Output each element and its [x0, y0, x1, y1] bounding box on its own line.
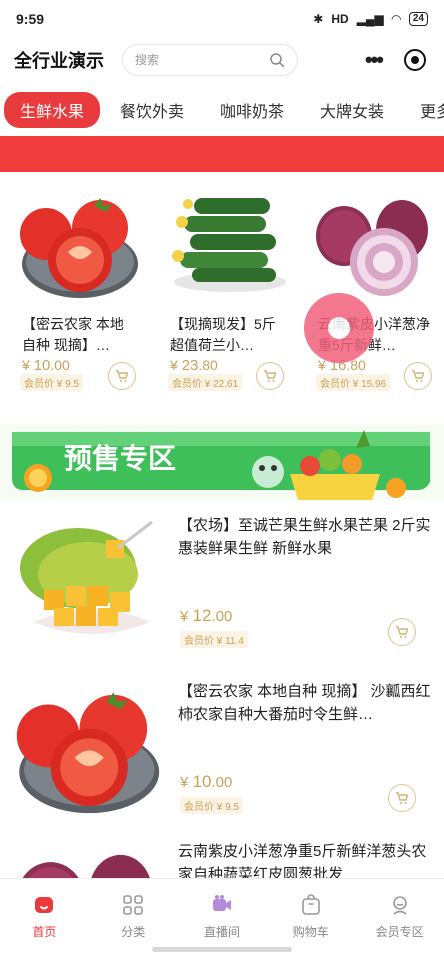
product-title: 【密云农家 本地自种 现摘】 沙瓤西红柿农家自种大番茄时令生鲜…	[178, 683, 431, 723]
tab-food-delivery[interactable]: 餐饮外卖	[104, 92, 200, 128]
tab-label: 分类	[121, 925, 146, 939]
mini-program-capsule: •••	[365, 47, 426, 73]
add-to-cart-button[interactable]	[256, 362, 284, 390]
add-to-cart-button[interactable]	[404, 362, 432, 390]
tab-label: 购物车	[292, 925, 329, 939]
close-program-icon[interactable]	[404, 49, 426, 71]
promo-banner[interactable]	[0, 136, 444, 172]
product-price: ¥ 12.00	[180, 606, 232, 626]
tab-coffee-tea[interactable]: 咖啡奶茶	[204, 92, 300, 128]
page-title: 全行业演示	[14, 51, 104, 71]
member-price: 会员价 ¥ 11.4	[180, 631, 248, 648]
tab-label: 直播间	[203, 925, 240, 939]
tab-member[interactable]: 会员专区	[355, 879, 444, 960]
product-price: ¥ 10.00	[180, 772, 232, 792]
member-price: 会员价 ¥ 15.96	[316, 374, 391, 391]
tab-label: 会员专区	[375, 925, 424, 939]
price-decimal: .80	[198, 357, 218, 373]
product-title: 【密云农家 本地自种 现摘】…	[22, 316, 124, 353]
member-price: 会员价 ¥ 9.5	[20, 374, 84, 391]
price-integer: 10	[33, 357, 51, 374]
cart-icon	[410, 368, 426, 384]
search-icon	[270, 53, 285, 68]
tab-womens-fashion[interactable]: 大牌女装	[304, 92, 400, 128]
status-bar: 9:59 ✱ HD ▂▄▆ ◠ 24	[0, 0, 444, 38]
currency: ¥	[180, 608, 189, 625]
price-integer: 12	[192, 606, 212, 625]
currency: ¥	[170, 357, 178, 373]
product-title: 【农场】至诚芒果生鲜水果芒果 2斤实惠装鲜果生鲜 新鲜水果	[178, 517, 431, 557]
floating-action-button[interactable]	[304, 293, 374, 363]
list-item[interactable]: 【密云农家 本地自种 现摘】 沙瓤西红柿农家自种大番茄时令生鲜… ¥ 10.00…	[0, 672, 444, 832]
add-to-cart-button[interactable]	[388, 784, 416, 812]
currency: ¥	[22, 357, 30, 373]
price-integer: 23	[181, 357, 199, 374]
search-box[interactable]	[122, 44, 298, 76]
product-card[interactable]: 【密云农家 本地自种 现摘】… ¥ 10.00 会员价 ¥ 9.5	[0, 176, 148, 406]
presale-title: 预售专区	[64, 443, 176, 474]
add-to-cart-button[interactable]	[108, 362, 136, 390]
search-input[interactable]	[135, 53, 269, 67]
nav-bar: 全行业演示 •••	[0, 38, 444, 82]
cart-icon	[114, 368, 130, 384]
product-card[interactable]: 云南紫皮小洋葱净重5斤新鲜… ¥ 16.80 会员价 ¥ 15.96	[296, 176, 444, 406]
tab-home[interactable]: 首页	[0, 879, 89, 960]
currency: ¥	[180, 774, 189, 791]
product-image-mango	[14, 512, 162, 652]
tab-more[interactable]: 更多	[404, 92, 444, 128]
bluetooth-icon: ✱	[313, 12, 324, 26]
product-image-onion	[314, 186, 436, 302]
add-to-cart-button[interactable]	[388, 618, 416, 646]
live-camera-icon	[212, 895, 231, 911]
tab-label: 首页	[32, 925, 57, 939]
price-decimal: .00	[211, 774, 233, 791]
wifi-icon: ◠	[391, 12, 401, 26]
member-price: 会员价 ¥ 22.61	[168, 374, 243, 391]
price-integer: 10	[192, 772, 212, 791]
bottom-tab-bar: 首页 分类 直播间 购物车 会员专区	[0, 878, 444, 960]
presale-banner[interactable]: 预售专区	[0, 416, 444, 506]
signal-icon: ▂▄▆	[356, 12, 384, 26]
status-icons: ✱ HD ▂▄▆ ◠ 24	[313, 12, 428, 26]
product-image-tomato	[14, 678, 162, 818]
product-price: ¥ 10.00	[22, 357, 70, 374]
status-time: 9:59	[16, 11, 45, 27]
list-item[interactable]: 【农场】至诚芒果生鲜水果芒果 2斤实惠装鲜果生鲜 新鲜水果 ¥ 12.00 会员…	[0, 506, 444, 666]
member-icon	[392, 896, 407, 915]
grid-icon	[123, 895, 143, 915]
product-image-tomato	[18, 186, 140, 302]
bag-icon	[301, 894, 320, 915]
product-image-cucumber	[166, 186, 288, 302]
home-icon	[35, 897, 54, 913]
category-tabs: 生鲜水果 餐饮外卖 咖啡奶茶 大牌女装 更多	[0, 88, 444, 132]
home-indicator	[152, 947, 292, 952]
more-options-icon[interactable]: •••	[365, 47, 384, 73]
price-decimal: .00	[211, 608, 233, 625]
cart-icon	[394, 790, 410, 806]
product-title: 【现摘现发】5斤超值荷兰小…	[170, 316, 276, 353]
product-price: ¥ 23.80	[170, 357, 218, 374]
network-label: HD	[331, 12, 349, 26]
cart-icon	[262, 368, 278, 384]
cart-icon	[394, 624, 410, 640]
member-price: 会员价 ¥ 9.5	[180, 797, 244, 814]
battery-indicator: 24	[408, 12, 428, 26]
price-decimal: .00	[50, 357, 70, 373]
product-grid: 【密云农家 本地自种 现摘】… ¥ 10.00 会员价 ¥ 9.5 【现摘现发】…	[0, 176, 444, 406]
tab-fresh-fruit[interactable]: 生鲜水果	[4, 92, 101, 128]
product-card[interactable]: 【现摘现发】5斤超值荷兰小… ¥ 23.80 会员价 ¥ 22.61	[148, 176, 296, 406]
